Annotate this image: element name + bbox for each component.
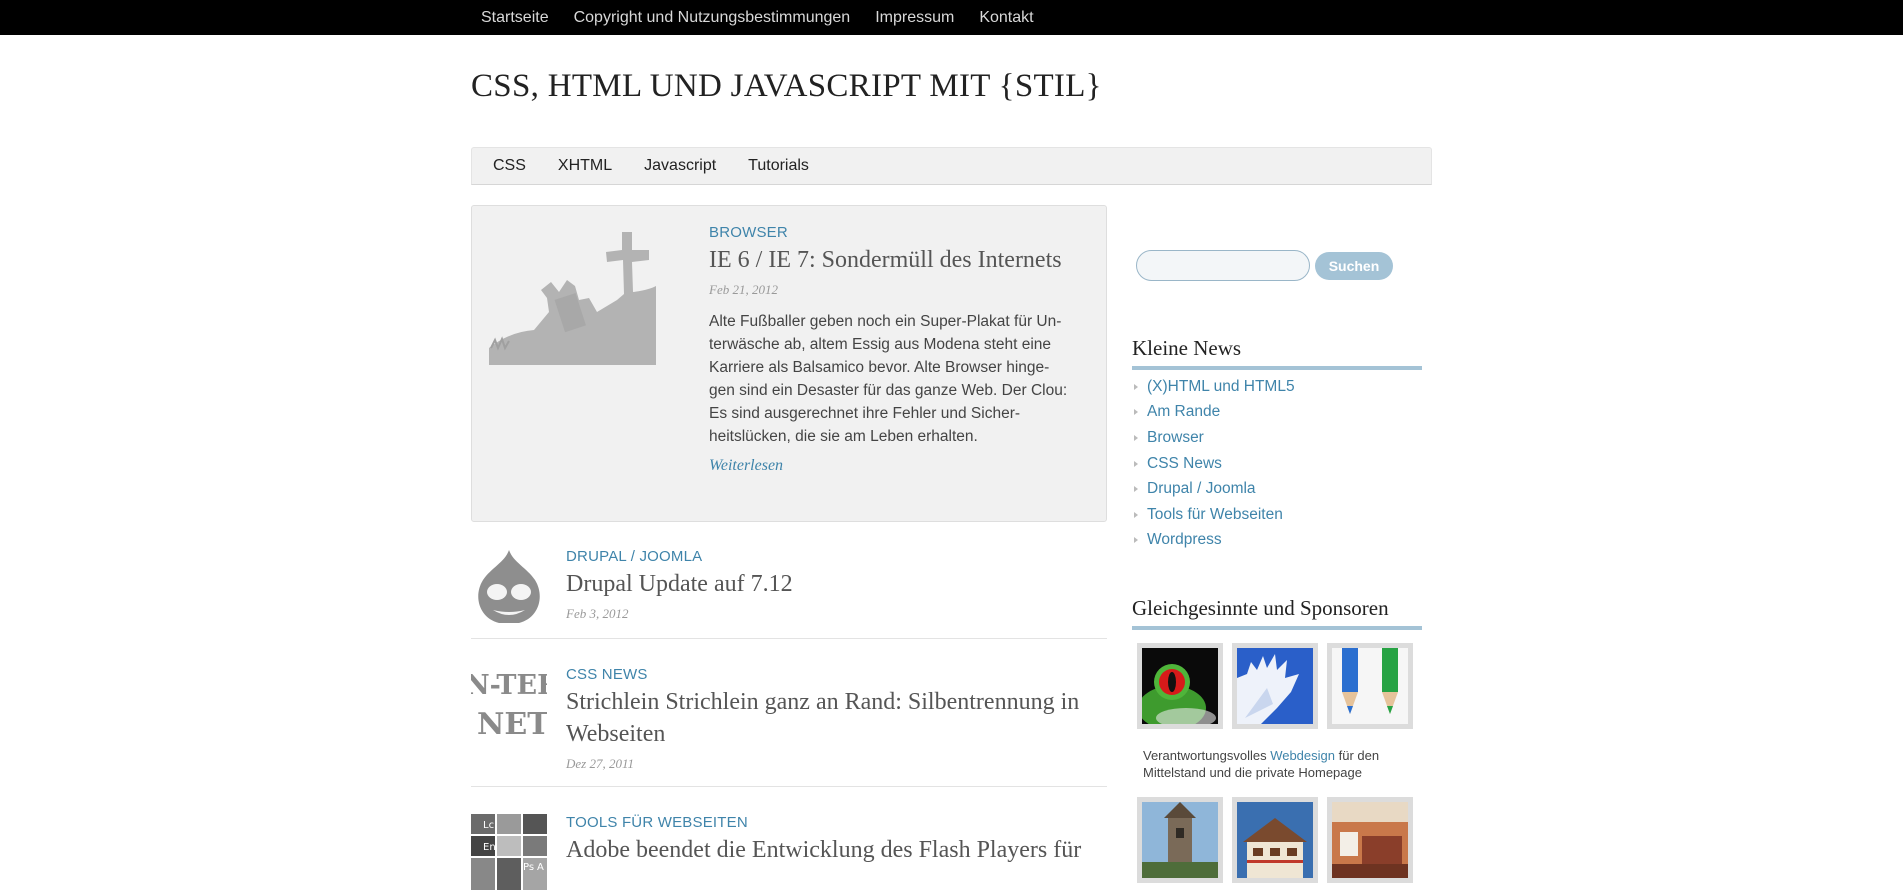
bullet-triangle-icon — [1134, 486, 1138, 493]
site-title[interactable]: CSS, HTML UND JAVASCRIPT MIT {STIL} — [471, 68, 1102, 105]
bullet-triangle-icon — [1134, 409, 1138, 416]
post-text: CSS NEWS Strichlein Strichlein ganz an R… — [566, 666, 1111, 772]
main-nav: CSS XHTML Javascript Tutorials — [471, 147, 1432, 185]
featured-article: BROWSER IE 6 / IE 7: Sondermüll des Inte… — [471, 205, 1107, 522]
bullet-triangle-icon — [1134, 460, 1138, 467]
news-heading: Kleine News — [1132, 336, 1422, 370]
adobe-apps-thumbnail[interactable]: Lc En Ps A — [471, 814, 547, 890]
news-link[interactable]: Wordpress — [1147, 531, 1222, 549]
featured-category[interactable]: BROWSER — [709, 224, 1069, 241]
svg-text:A: A — [537, 862, 544, 873]
bullet-triangle-icon — [1134, 383, 1138, 390]
post-title[interactable]: Strichlein Strichlein ganz an Rand: Silb… — [566, 686, 1111, 750]
post-title[interactable]: Drupal Update auf 7.12 — [566, 568, 1111, 600]
news-item: (X)HTML und HTML5 — [1132, 374, 1295, 400]
news-link[interactable]: Tools für Webseiten — [1147, 506, 1283, 524]
svg-text:En: En — [483, 842, 496, 853]
sponsor-description: Verantwortungsvolles Webdesign für den M… — [1143, 747, 1393, 781]
top-nav: Startseite Copyright und Nutzungsbestimm… — [481, 0, 1034, 35]
news-list: (X)HTML und HTML5 Am Rande Browser CSS N… — [1132, 374, 1295, 553]
top-nav-kontakt[interactable]: Kontakt — [979, 9, 1033, 27]
news-item: CSS News — [1132, 451, 1295, 477]
news-item: Wordpress — [1132, 528, 1295, 554]
post-text: TOOLS FÜR WEBSEITEN Adobe beendet die En… — [566, 814, 1111, 866]
top-bar: Startseite Copyright und Nutzungsbestimm… — [0, 0, 1903, 35]
svg-text:Ps: Ps — [523, 862, 534, 873]
sponsor-tower-image[interactable] — [1137, 797, 1223, 883]
read-more-link[interactable]: Weiterlesen — [709, 457, 783, 475]
search-input[interactable] — [1136, 250, 1310, 281]
post-item: DRUPAL / JOOMLA Drupal Update auf 7.12 F… — [471, 548, 1107, 639]
post-title[interactable]: Adobe beendet die Entwicklung des Flash … — [566, 834, 1111, 866]
main-nav-xhtml[interactable]: XHTML — [558, 157, 612, 175]
featured-title[interactable]: IE 6 / IE 7: Sondermüll des Internets — [709, 244, 1069, 276]
sponsor-hotel-image[interactable] — [1232, 797, 1318, 883]
graveyard-illustration[interactable] — [489, 220, 656, 365]
webdesign-link[interactable]: Webdesign — [1270, 748, 1335, 763]
search-button[interactable]: Suchen — [1315, 251, 1393, 280]
post-category[interactable]: TOOLS FÜR WEBSEITEN — [566, 814, 1111, 831]
news-item: Am Rande — [1132, 400, 1295, 426]
svg-text:NET: NET — [477, 707, 547, 742]
post-item: N-TER NET CSS NEWS Strichlein Strichlein… — [471, 666, 1107, 787]
main-nav-javascript[interactable]: Javascript — [644, 157, 716, 175]
main-nav-tutorials[interactable]: Tutorials — [748, 157, 809, 175]
sponsors-heading-rule — [1132, 626, 1422, 630]
news-link[interactable]: Am Rande — [1147, 403, 1220, 421]
news-heading-text: Kleine News — [1132, 336, 1242, 360]
news-item: Drupal / Joomla — [1132, 476, 1295, 502]
news-link[interactable]: (X)HTML und HTML5 — [1147, 378, 1295, 396]
top-nav-startseite[interactable]: Startseite — [481, 9, 549, 27]
svg-text:Lc: Lc — [483, 820, 494, 831]
top-nav-copyright[interactable]: Copyright und Nutzungsbestimmungen — [574, 9, 851, 27]
sponsor-frog-image[interactable] — [1137, 643, 1223, 729]
main-nav-css[interactable]: CSS — [493, 157, 526, 175]
featured-text: BROWSER IE 6 / IE 7: Sondermüll des Inte… — [709, 224, 1069, 475]
news-link[interactable]: Drupal / Joomla — [1147, 480, 1256, 498]
bullet-triangle-icon — [1134, 511, 1138, 518]
news-heading-rule — [1132, 366, 1422, 370]
bullet-triangle-icon — [1134, 434, 1138, 441]
news-item: Tools für Webseiten — [1132, 502, 1295, 528]
post-date: Dez 27, 2011 — [566, 756, 635, 771]
post-category[interactable]: DRUPAL / JOOMLA — [566, 548, 1111, 565]
sponsor-pencils-image[interactable] — [1327, 643, 1413, 729]
drupal-drop-icon[interactable] — [471, 548, 547, 624]
news-item: Browser — [1132, 425, 1295, 451]
top-nav-impressum[interactable]: Impressum — [875, 9, 954, 27]
news-link[interactable]: Browser — [1147, 429, 1204, 447]
featured-date: Feb 21, 2012 — [709, 282, 778, 297]
post-item: Lc En Ps A TOOLS FÜR WEBSEITEN Adobe bee… — [471, 814, 1107, 890]
svg-text:N-TER: N-TER — [471, 670, 547, 701]
internet-text-thumbnail[interactable]: N-TER NET — [471, 666, 547, 742]
post-date: Feb 3, 2012 — [566, 606, 629, 621]
sponsor-interior-image[interactable] — [1327, 797, 1413, 883]
featured-excerpt: Alte Fußballer geben noch ein Super-Plak… — [709, 313, 1068, 445]
bullet-triangle-icon — [1134, 537, 1138, 544]
sponsors-heading-text: Gleichgesinnte und Sponsoren — [1132, 596, 1389, 620]
sponsor-hand-image[interactable] — [1232, 643, 1318, 729]
sponsor-text-before: Verantwortungsvolles — [1143, 748, 1271, 763]
search-form: Suchen — [1136, 250, 1393, 281]
post-category[interactable]: CSS NEWS — [566, 666, 1111, 683]
sponsors-heading: Gleichgesinnte und Sponsoren — [1132, 596, 1422, 630]
post-text: DRUPAL / JOOMLA Drupal Update auf 7.12 F… — [566, 548, 1111, 622]
news-link[interactable]: CSS News — [1147, 455, 1222, 473]
